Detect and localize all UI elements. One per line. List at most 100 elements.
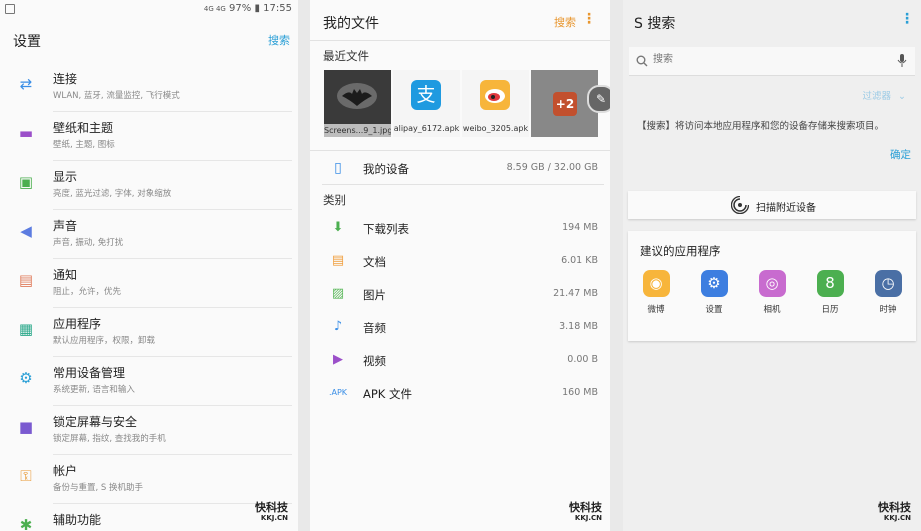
settings-item-subtitle: 阻止，允许，优先 xyxy=(53,287,122,297)
category-size: 21.47 MB xyxy=(553,288,598,299)
category-name: 文档 xyxy=(363,255,386,269)
nearby-scan-icon xyxy=(731,196,749,214)
page-title: 我的文件 xyxy=(323,16,379,32)
search-button[interactable]: 搜索 xyxy=(268,32,290,48)
category-row-6[interactable]: .APK APK 文件 160 MB xyxy=(310,377,610,410)
settings-item-6[interactable]: ▦ 应用程序 默认应用程序，权限，卸载 xyxy=(0,308,298,357)
category-row-1[interactable]: ⬇ 下载列表 194 MB xyxy=(310,212,610,245)
camera-icon: ◎ xyxy=(758,270,786,297)
signal-indicators: 4G 4G xyxy=(203,5,226,13)
page-title: 设置 xyxy=(13,34,41,50)
chevron-down-icon: ⌄ xyxy=(898,91,906,102)
category-size: 194 MB xyxy=(562,222,598,233)
settings-item-subtitle: 亮度, 蓝光过滤, 字体, 对象缩放 xyxy=(53,189,172,199)
watermark-logo: 快科技 KKJ.CN xyxy=(878,501,911,522)
category-name: APK 文件 xyxy=(363,387,412,401)
scan-nearby-button[interactable]: 扫描附近设备 xyxy=(628,191,916,219)
settings-item-3[interactable]: ▣ 显示 亮度, 蓝光过滤, 字体, 对象缩放 xyxy=(0,161,298,210)
settings-item-title: 帐户 xyxy=(53,464,78,478)
app-name: 日历 xyxy=(821,305,839,315)
microphone-icon[interactable] xyxy=(897,53,907,68)
phone-icon: ▯ xyxy=(334,160,342,176)
device-storage: 8.59 GB / 32.00 GB xyxy=(506,162,598,173)
batman-thumbnail xyxy=(324,70,391,124)
category-size: 0.00 B xyxy=(567,354,598,365)
recent-file-alipay[interactable]: 支 alipay_6172.apk xyxy=(393,70,460,137)
recent-file-weibo[interactable]: weibo_3205.apk xyxy=(462,70,529,137)
app-2[interactable]: ⚙ 设置 xyxy=(694,270,734,315)
image-icon: ▨ xyxy=(331,286,345,301)
search-input[interactable] xyxy=(651,53,875,66)
settings-item-9[interactable]: ⚿ 帐户 备份与重置, S 换机助手 xyxy=(0,455,298,504)
app-5[interactable]: ◷ 时钟 xyxy=(868,270,908,315)
settings-item-subtitle: 锁定屏幕, 指纹, 查找我的手机 xyxy=(53,434,166,444)
app-name: 设置 xyxy=(705,305,723,315)
clock-icon: ◷ xyxy=(874,270,902,297)
recent-files-label: 最近文件 xyxy=(323,49,369,63)
confirm-button[interactable]: 确定 xyxy=(890,147,911,162)
settings-item-title: 常用设备管理 xyxy=(53,366,126,380)
device-management-icon: ⚙ xyxy=(19,369,33,387)
category-size: 6.01 KB xyxy=(561,255,598,266)
settings-item-title: 显示 xyxy=(53,170,78,184)
watermark-logo: 快科技 KKJ.CN xyxy=(569,501,602,522)
accessibility-icon: ✱ xyxy=(19,516,33,531)
settings-item-7[interactable]: ⚙ 常用设备管理系统更新, 语言和输入 xyxy=(0,357,298,406)
settings-item-4[interactable]: ◀ 声音 声音, 振动, 免打扰 xyxy=(0,210,298,259)
app-1[interactable]: ◉ 微博 xyxy=(636,270,676,315)
edit-pencil-icon[interactable]: ✎ xyxy=(587,85,610,113)
settings-item-2[interactable]: ▬ 壁纸和主题 壁纸, 主题, 图标 xyxy=(0,112,298,161)
page-title: S 搜索 xyxy=(634,16,676,32)
alipay-icon: 支 xyxy=(411,80,441,110)
battery-level: 97% xyxy=(229,3,252,14)
app-4[interactable]: 8 日历 xyxy=(810,270,850,315)
category-name: 下载列表 xyxy=(363,222,409,236)
suggested-apps-title: 建议的应用程序 xyxy=(640,244,721,258)
header-divider xyxy=(310,40,610,41)
category-row-4[interactable]: ♪ 音频 3.18 MB xyxy=(310,311,610,344)
settings-item-subtitle: 备份与重置, S 换机助手 xyxy=(53,483,144,493)
settings-panel: 4G 4G 97% ▮ 17:55 设置 搜索 ⇄ 连接 WLAN, 蓝牙, 流量监… xyxy=(0,0,298,531)
notification-icon: ▤ xyxy=(18,271,34,289)
apk-icon: .APK xyxy=(328,388,348,397)
settings-item-subtitle: 系统更新, 语言和输入 xyxy=(53,385,135,395)
category-row-2[interactable]: ▤ 文档 6.01 KB xyxy=(310,245,610,278)
app-3[interactable]: ◎ 相机 xyxy=(752,270,792,315)
search-bar[interactable] xyxy=(629,47,915,76)
app-name: 微博 xyxy=(647,305,665,315)
settings-gear-icon: ⚙ xyxy=(700,270,728,297)
category-row-5[interactable]: ▶ 视频 0.00 B xyxy=(310,344,610,377)
my-files-panel: 我的文件 搜索 ⋮ 最近文件 Screens...9_1.jpg 支 alipa… xyxy=(310,0,610,531)
calendar-icon: 8 xyxy=(816,270,844,297)
filter-label: 过滤器 xyxy=(862,91,891,102)
sound-icon: ◀ xyxy=(20,222,32,240)
permission-message: 【搜索】将访问本地应用程序和您的设备存储来搜索项目。 xyxy=(637,121,885,132)
settings-item-10[interactable]: ✱ 辅助功能 xyxy=(0,504,298,531)
category-size: 3.18 MB xyxy=(559,321,598,332)
wallpaper-icon: ▬ xyxy=(18,124,34,142)
apps-icon: ▦ xyxy=(18,320,34,338)
lock-icon: ■ xyxy=(18,418,34,436)
settings-item-title: 锁定屏幕与安全 xyxy=(53,415,138,429)
search-button[interactable]: 搜索 xyxy=(554,14,576,30)
weibo-icon: ◉ xyxy=(642,270,670,297)
category-row-3[interactable]: ▨ 图片 21.47 MB xyxy=(310,278,610,311)
filter-dropdown[interactable]: 过滤器 ⌄ xyxy=(862,88,906,102)
device-name: 我的设备 xyxy=(363,162,409,176)
settings-item-1[interactable]: ⇄ 连接 WLAN, 蓝牙, 流量监控, 飞行模式 xyxy=(0,63,298,112)
download-icon: ⬇ xyxy=(332,220,344,235)
settings-item-8[interactable]: ■ 锁定屏幕与安全锁定屏幕, 指纹, 查找我的手机 xyxy=(0,406,298,455)
document-icon: ▤ xyxy=(331,253,345,268)
more-options-icon[interactable]: ⋮ xyxy=(582,11,596,27)
settings-item-subtitle: 壁纸, 主题, 图标 xyxy=(53,140,115,150)
recent-file-name: weibo_3205.apk xyxy=(462,124,529,133)
search-icon xyxy=(636,55,648,67)
more-options-icon[interactable]: ⋮ xyxy=(900,11,914,27)
settings-item-title: 连接 xyxy=(53,72,78,86)
watermark-logo: 快科技 KKJ.CN xyxy=(255,501,288,522)
my-device-row[interactable]: ▯ 我的设备 8.59 GB / 32.00 GB xyxy=(310,152,610,185)
video-icon: ▶ xyxy=(333,352,343,367)
settings-item-title: 通知 xyxy=(53,268,78,282)
recent-file-screenshot[interactable]: Screens...9_1.jpg xyxy=(324,70,391,137)
settings-item-5[interactable]: ▤ 通知阻止，允许，优先 xyxy=(0,259,298,308)
